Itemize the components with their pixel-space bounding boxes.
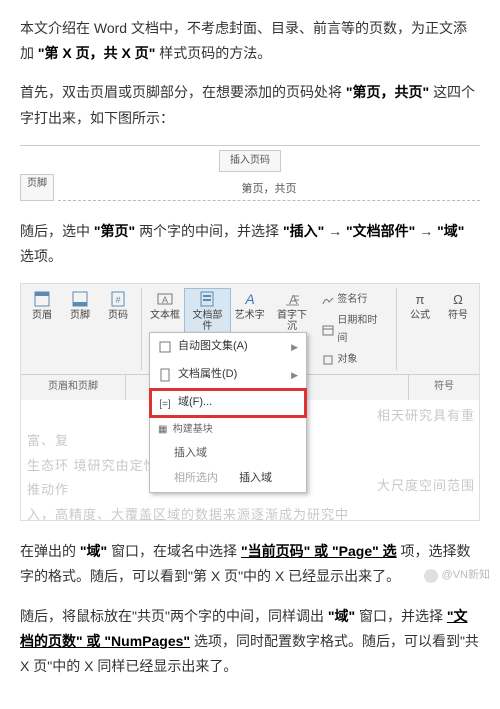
svg-text:A: A (244, 291, 254, 307)
menu-insert-field-1[interactable]: 插入域 (150, 441, 306, 467)
page-number-icon: # (109, 290, 127, 308)
menu-autotext[interactable]: 自动图文集(A) ▶ (150, 333, 306, 361)
svg-text:#: # (115, 295, 120, 305)
ribbon-dropcap-button[interactable]: A 首字下沉 (269, 288, 316, 334)
datetime-icon (322, 324, 334, 336)
equation-icon: π (411, 290, 429, 308)
svg-text:Ω: Ω (453, 292, 463, 307)
footer-dashed-line: 第页，共页 (58, 174, 480, 201)
ribbon-wordart-button[interactable]: A 艺术字 (231, 288, 269, 323)
object-icon (322, 354, 334, 366)
field-icon: [=] (158, 396, 172, 410)
svg-text:[=]: [=] (159, 399, 171, 410)
paragraph-3: 随后，选中 "第页" 两个字的中间，并选择 "插入" → "文档部件" → "域… (20, 219, 480, 269)
wordart-icon: A (241, 290, 259, 308)
chevron-right-icon: ▶ (291, 367, 298, 383)
ribbon-page-number-button[interactable]: # 页码 (99, 288, 137, 323)
menu-field[interactable]: [=] 域(F)... (150, 389, 306, 417)
menu-building-blocks-header: ▦ 构建基块 (150, 417, 306, 441)
header-icon (33, 290, 51, 308)
ribbon-symbol-button[interactable]: Ω 符号 (439, 288, 477, 323)
ribbon-group-symbols: π 公式 Ω 符号 (399, 284, 479, 374)
ribbon-group-label-right: 符号 (409, 375, 479, 400)
doc-property-icon (158, 368, 172, 382)
dropcap-icon: A (283, 290, 301, 308)
ribbon-quick-parts-button[interactable]: 文档部件 (184, 288, 231, 334)
paragraph-1: 本文介绍在 Word 文档中，不考虑封面、目录、前言等的页数，为正文添加 "第 … (20, 16, 480, 66)
menu-insert-field-2: 相所选内 插入域 (150, 466, 306, 492)
ribbon-object-button[interactable]: 对象 (319, 350, 388, 370)
autotext-icon (158, 340, 172, 354)
footer-icon (71, 290, 89, 308)
textbox-icon: A (156, 290, 174, 308)
chevron-right-icon: ▶ (291, 339, 298, 355)
insert-page-number-button[interactable]: 插入页码 (219, 150, 281, 172)
ribbon-datetime-button[interactable]: 日期和时间 (319, 311, 388, 349)
ribbon-equation-button[interactable]: π 公式 (401, 288, 439, 323)
ribbon-header-button[interactable]: 页眉 (23, 288, 61, 323)
watermark-icon (424, 569, 438, 583)
menu-doc-property[interactable]: 文档属性(D) ▶ (150, 361, 306, 389)
quick-parts-icon (198, 290, 216, 308)
footer-text: 第页，共页 (242, 180, 297, 200)
ribbon-textbox-button[interactable]: A 文本框 (146, 288, 184, 323)
bold-format: "第 X 页，共 X 页" (38, 45, 156, 61)
footer-tag: 页脚 (20, 174, 54, 201)
symbol-icon: Ω (449, 290, 467, 308)
screenshot-ribbon-menu: 页眉 页脚 # 页码 A 文本框 文档部件 A 艺术字 (20, 283, 480, 521)
svg-text:A: A (162, 295, 168, 305)
watermark: @VN新知 (424, 566, 490, 586)
screenshot-footer-area: 插入页码 页脚 第页，共页 (20, 145, 480, 201)
svg-text:π: π (416, 292, 425, 307)
signature-icon (322, 294, 334, 306)
quick-parts-dropdown: 自动图文集(A) ▶ 文档属性(D) ▶ [=] 域(F)... ▦ 构建基块 … (149, 332, 307, 493)
paragraph-4: 在弹出的 "域" 窗口，在域名中选择 "当前页码" 或 "Page" 选 项，选… (20, 539, 480, 589)
ribbon-group-header-footer: 页眉 页脚 # 页码 (21, 284, 139, 374)
ribbon-footer-button[interactable]: 页脚 (61, 288, 99, 323)
ribbon-signature-button[interactable]: 签名行 (319, 290, 388, 310)
paragraph-5: 随后，将鼠标放在"共页"两个字的中间，同样调出 "域" 窗口，并选择 "文档的页… (20, 604, 480, 680)
ribbon-group-label-left: 页眉和页脚 (21, 375, 126, 400)
paragraph-2: 首先，双击页眉或页脚部分，在想要添加的页码处将 "第页，共页" 这四个字打出来，… (20, 80, 480, 130)
